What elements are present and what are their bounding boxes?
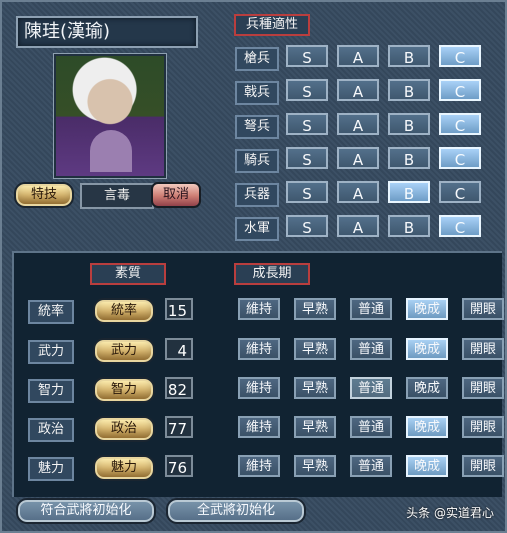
skill-button[interactable]: 特技 [14,182,74,208]
character-name: 陳珪(漢瑜) [16,16,198,48]
growth-4-button[interactable]: 開眼 [462,377,504,399]
character-portrait [54,54,166,178]
aptitude-b-button[interactable]: B [388,147,430,169]
stat-button[interactable]: 統率 [93,298,155,324]
growth-0-button[interactable]: 維持 [238,455,280,477]
growth-2-button[interactable]: 普通 [350,338,392,360]
aptitude-a-button[interactable]: A [337,181,379,203]
aptitude-a-button[interactable]: A [337,113,379,135]
unit-label: 水軍 [235,217,279,241]
cancel-button[interactable]: 取消 [151,182,201,208]
unit-label: 槍兵 [235,47,279,71]
aptitude-s-button[interactable]: S [286,113,328,135]
growth-3-button[interactable]: 晚成 [406,298,448,320]
stat-button[interactable]: 武力 [93,338,155,364]
growth-1-button[interactable]: 早熟 [294,377,336,399]
aptitude-c-button[interactable]: C [439,147,481,169]
stat-label: 智力 [28,379,74,403]
growth-3-button[interactable]: 晚成 [406,416,448,438]
aptitude-c-button[interactable]: C [439,181,481,203]
aptitude-s-button[interactable]: S [286,45,328,67]
growth-1-button[interactable]: 早熟 [294,298,336,320]
unit-label: 戟兵 [235,81,279,105]
stat-value: 76 [165,455,193,477]
stat-label: 武力 [28,340,74,364]
growth-4-button[interactable]: 開眼 [462,455,504,477]
aptitude-b-button[interactable]: B [388,181,430,203]
aptitude-a-button[interactable]: A [337,45,379,67]
growth-0-button[interactable]: 維持 [238,338,280,360]
stat-button[interactable]: 智力 [93,377,155,403]
aptitude-b-button[interactable]: B [388,45,430,67]
aptitude-c-button[interactable]: C [439,45,481,67]
character-edit-window: 陳珪(漢瑜) 特技 言毒 取消 兵種適性 槍兵 S A B C 戟兵 S A B C 弩兵 S A B C 騎… [0,0,507,533]
stat-value: 77 [165,416,193,438]
aptitude-b-button[interactable]: B [388,113,430,135]
stat-label: 魅力 [28,457,74,481]
growth-2-button[interactable]: 普通 [350,455,392,477]
stat-button[interactable]: 政治 [93,416,155,442]
growth-0-button[interactable]: 維持 [238,416,280,438]
growth-2-button[interactable]: 普通 [350,416,392,438]
aptitude-s-button[interactable]: S [286,215,328,237]
reset-all-generals-button[interactable]: 全武將初始化 [166,498,306,524]
aptitude-c-button[interactable]: C [439,113,481,135]
stat-button[interactable]: 魅力 [93,455,155,481]
aptitude-b-button[interactable]: B [388,79,430,101]
growth-1-button[interactable]: 早熟 [294,416,336,438]
growth-4-button[interactable]: 開眼 [462,338,504,360]
aptitude-s-button[interactable]: S [286,181,328,203]
aptitude-c-button[interactable]: C [439,215,481,237]
aptitude-b-button[interactable]: B [388,215,430,237]
unit-label: 弩兵 [235,115,279,139]
growth-4-button[interactable]: 開眼 [462,298,504,320]
growth-1-button[interactable]: 早熟 [294,455,336,477]
aptitude-a-button[interactable]: A [337,147,379,169]
growth-4-button[interactable]: 開眼 [462,416,504,438]
growth-title: 成長期 [234,263,310,285]
aptitude-a-button[interactable]: A [337,215,379,237]
growth-3-button[interactable]: 晚成 [406,377,448,399]
quality-title: 素質 [90,263,166,285]
stat-value: 15 [165,298,193,320]
reset-matching-generals-button[interactable]: 符合武將初始化 [16,498,156,524]
growth-0-button[interactable]: 維持 [238,377,280,399]
aptitude-s-button[interactable]: S [286,147,328,169]
watermark: 头条 @实道君心 [406,506,494,520]
stat-value: 4 [165,338,193,360]
stat-label: 政治 [28,418,74,442]
unit-aptitude-title: 兵種適性 [234,14,310,36]
growth-1-button[interactable]: 早熟 [294,338,336,360]
stat-label: 統率 [28,300,74,324]
unit-label: 騎兵 [235,149,279,173]
aptitude-c-button[interactable]: C [439,79,481,101]
growth-2-button[interactable]: 普通 [350,377,392,399]
stat-value: 82 [165,377,193,399]
aptitude-s-button[interactable]: S [286,79,328,101]
growth-3-button[interactable]: 晚成 [406,455,448,477]
unit-label: 兵器 [235,183,279,207]
growth-2-button[interactable]: 普通 [350,298,392,320]
growth-0-button[interactable]: 維持 [238,298,280,320]
skill-value: 言毒 [80,183,154,209]
growth-3-button[interactable]: 晚成 [406,338,448,360]
aptitude-a-button[interactable]: A [337,79,379,101]
